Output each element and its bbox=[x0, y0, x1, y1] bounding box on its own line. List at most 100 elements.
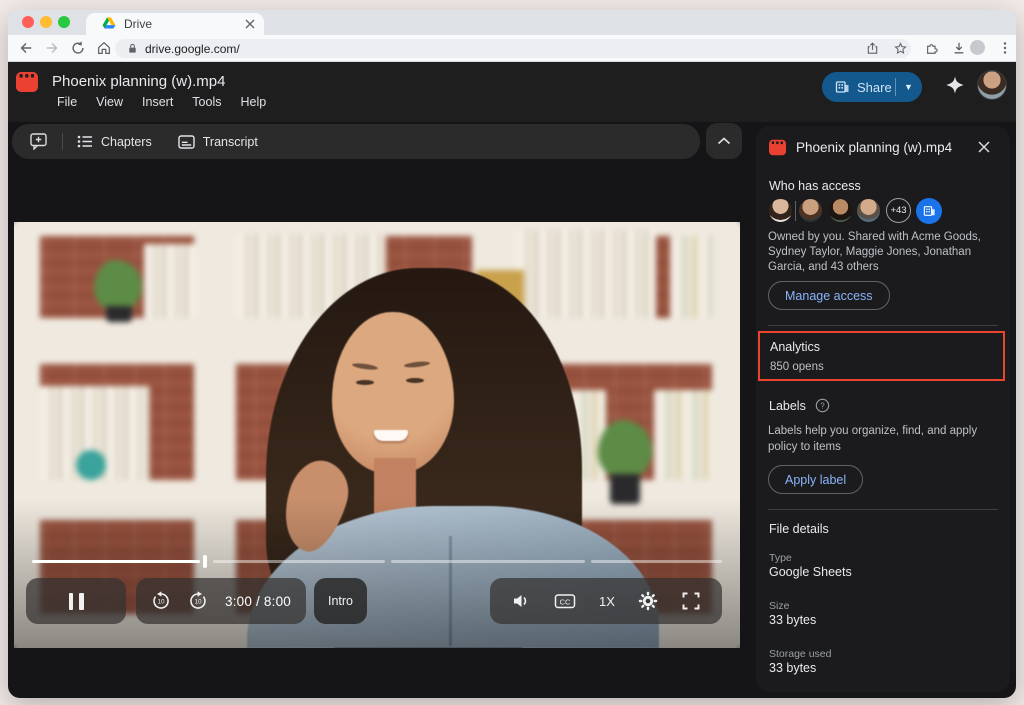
volume-icon[interactable] bbox=[511, 591, 531, 611]
who-has-access-heading: Who has access bbox=[769, 179, 861, 193]
menu-help[interactable]: Help bbox=[240, 95, 266, 109]
labels-heading: Labels bbox=[769, 399, 806, 413]
avatar-collaborator[interactable] bbox=[856, 198, 881, 223]
svg-text:10: 10 bbox=[194, 599, 202, 606]
video-frame[interactable]: 10 10 3:00 / 8:00 Intro CC 1X bbox=[14, 222, 740, 648]
svg-text:CC: CC bbox=[560, 598, 571, 607]
add-comment-icon[interactable] bbox=[30, 133, 48, 150]
transcript-button[interactable]: Transcript bbox=[178, 135, 258, 149]
playback-speed-button[interactable]: 1X bbox=[599, 594, 615, 609]
home-icon[interactable] bbox=[96, 40, 112, 56]
tab-close-icon[interactable] bbox=[244, 18, 256, 30]
menu-tools[interactable]: Tools bbox=[192, 95, 221, 109]
share-button-main[interactable]: Share bbox=[822, 80, 895, 95]
drive-video-app: Phoenix planning (w).mp4 File View Inser… bbox=[8, 62, 1016, 698]
avatar-overflow-count[interactable]: +43 bbox=[886, 198, 911, 223]
url-bar[interactable]: drive.google.com/ bbox=[115, 39, 911, 58]
share-dropdown-caret[interactable]: ▼ bbox=[896, 82, 921, 92]
vids-logo bbox=[769, 139, 791, 161]
time-controls: 10 10 3:00 / 8:00 bbox=[136, 578, 306, 624]
presenter-face bbox=[332, 312, 454, 474]
chapters-list-icon bbox=[77, 134, 93, 149]
labels-description: Labels help you organize, find, and appl… bbox=[768, 424, 1004, 455]
tab-title: Drive bbox=[124, 17, 152, 31]
avatar-collaborator[interactable] bbox=[828, 198, 853, 223]
collapse-toolbar-button[interactable] bbox=[706, 123, 742, 159]
org-building-icon bbox=[923, 205, 936, 217]
share-page-icon[interactable] bbox=[866, 42, 879, 55]
labels-heading-row: Labels ? bbox=[769, 398, 830, 413]
file-title[interactable]: Phoenix planning (w).mp4 bbox=[52, 73, 225, 90]
lock-icon bbox=[127, 43, 138, 54]
menu-insert[interactable]: Insert bbox=[142, 95, 173, 109]
analytics-opens-count: 850 opens bbox=[770, 361, 824, 373]
file-detail-value: 33 bytes bbox=[769, 613, 816, 627]
playhead[interactable] bbox=[203, 555, 207, 568]
forward-10-icon[interactable]: 10 bbox=[188, 591, 208, 611]
settings-gear-icon[interactable] bbox=[638, 591, 658, 611]
fullscreen-icon[interactable] bbox=[681, 591, 701, 611]
app-header: Phoenix planning (w).mp4 File View Inser… bbox=[8, 62, 1016, 122]
chapter-segment[interactable] bbox=[591, 560, 722, 563]
back-icon[interactable] bbox=[18, 40, 34, 56]
bookmark-star-icon[interactable] bbox=[894, 42, 907, 55]
progress-bar[interactable] bbox=[14, 554, 740, 570]
share-button[interactable]: Share ▼ bbox=[822, 72, 922, 102]
toolbar-divider bbox=[62, 133, 63, 150]
menu-file[interactable]: File bbox=[57, 95, 77, 109]
browser-tab[interactable]: Drive bbox=[86, 13, 264, 35]
macos-zoom-button[interactable] bbox=[58, 16, 70, 28]
close-sidebar-icon[interactable] bbox=[976, 139, 992, 155]
vids-logo bbox=[16, 71, 38, 93]
details-sidebar: Phoenix planning (w).mp4 Who has access … bbox=[756, 126, 1010, 692]
manage-access-button[interactable]: Manage access bbox=[768, 281, 890, 310]
player-toolbar: Chapters Transcript bbox=[12, 124, 700, 159]
chevron-up-icon bbox=[717, 137, 731, 145]
browser-menu-icon[interactable] bbox=[997, 40, 1013, 56]
org-building-icon bbox=[835, 80, 850, 94]
chapter-segment[interactable] bbox=[391, 560, 585, 563]
file-details-heading: File details bbox=[769, 522, 829, 536]
video-bottom-gradient bbox=[14, 498, 740, 648]
reload-icon[interactable] bbox=[70, 40, 86, 56]
time-display: 3:00 / 8:00 bbox=[225, 594, 291, 609]
help-icon[interactable]: ? bbox=[815, 398, 830, 413]
chapter-segment[interactable] bbox=[213, 560, 385, 563]
avatar-divider bbox=[795, 201, 796, 221]
forward-icon[interactable] bbox=[44, 40, 60, 56]
chapter-chip[interactable]: Intro bbox=[314, 578, 367, 624]
chapters-button[interactable]: Chapters bbox=[77, 134, 152, 149]
account-avatar[interactable] bbox=[977, 70, 1007, 100]
player-settings-controls: CC 1X bbox=[490, 578, 722, 624]
captions-icon[interactable]: CC bbox=[554, 591, 576, 611]
pause-button[interactable] bbox=[26, 578, 126, 624]
file-detail-label: Size bbox=[769, 600, 789, 612]
avatar-collaborator[interactable] bbox=[798, 198, 823, 223]
svg-text:10: 10 bbox=[157, 599, 165, 606]
extensions-icon[interactable] bbox=[925, 41, 939, 55]
progress-played bbox=[32, 560, 200, 563]
apply-label-button[interactable]: Apply label bbox=[768, 465, 863, 494]
browser-toolbar: drive.google.com/ bbox=[8, 35, 1016, 62]
section-divider bbox=[768, 325, 998, 326]
analytics-highlight-box: Analytics 850 opens bbox=[758, 331, 1005, 381]
file-detail-value: 33 bytes bbox=[769, 661, 816, 675]
menu-view[interactable]: View bbox=[96, 95, 123, 109]
drive-favicon bbox=[102, 17, 116, 30]
browser-profile-avatar[interactable] bbox=[970, 40, 985, 55]
gemini-sparkle-icon[interactable] bbox=[944, 74, 966, 96]
replay-10-icon[interactable]: 10 bbox=[151, 591, 171, 611]
transcript-icon bbox=[178, 135, 195, 149]
transcript-label: Transcript bbox=[203, 135, 258, 149]
url-text: drive.google.com/ bbox=[145, 42, 240, 56]
sharing-summary: Owned by you. Shared with Acme Goods, Sy… bbox=[768, 230, 1006, 276]
downloads-icon[interactable] bbox=[952, 41, 966, 55]
chapters-label: Chapters bbox=[101, 135, 152, 149]
avatar-owner[interactable] bbox=[768, 198, 793, 223]
tab-strip: Drive bbox=[8, 10, 1016, 35]
macos-minimize-button[interactable] bbox=[40, 16, 52, 28]
section-divider bbox=[768, 509, 998, 510]
menu-bar: File View Insert Tools Help bbox=[57, 95, 266, 109]
macos-close-button[interactable] bbox=[22, 16, 34, 28]
organization-share-badge[interactable] bbox=[916, 198, 942, 224]
